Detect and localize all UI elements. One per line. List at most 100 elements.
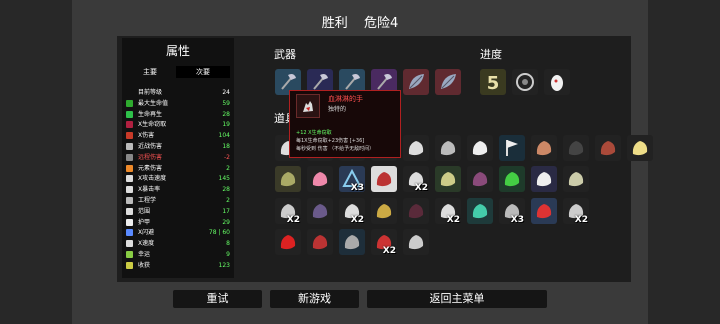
stat-value: 19 — [222, 121, 230, 129]
speed-icon — [126, 240, 133, 248]
item-arrow-slot[interactable]: X2 — [435, 198, 461, 224]
stats-title: 属性 — [165, 44, 190, 58]
item-hook-slot[interactable] — [339, 229, 365, 255]
item-candle-slot[interactable] — [531, 166, 557, 192]
item-count: X2 — [286, 215, 300, 224]
stat-row: X暴击率 28 — [126, 185, 230, 194]
damage-icon — [126, 132, 133, 140]
item-cap-slot[interactable] — [403, 229, 429, 255]
item-triangle-slot[interactable]: X3 — [339, 166, 365, 192]
stat-row: 幸运 9 — [126, 250, 230, 259]
stat-row: 最大生命值 59 — [126, 99, 230, 108]
stat-row: 收获 123 — [126, 261, 230, 270]
stat-label: X攻击速度 — [138, 175, 167, 183]
danger-label: 危险4 — [363, 16, 399, 31]
item-dark-slot[interactable] — [563, 135, 589, 161]
item-count: X2 — [382, 246, 396, 255]
item-helmet-slot[interactable] — [275, 166, 301, 192]
item-5-slot[interactable] — [403, 135, 429, 161]
stat-row: 工程学 2 — [126, 196, 230, 205]
item-claw-slot[interactable] — [595, 135, 621, 161]
result-label: 胜利 — [321, 16, 348, 31]
item-count: X2 — [350, 215, 364, 224]
danger-five-slot[interactable]: 5 — [480, 69, 506, 95]
stat-row: 护甲 29 — [126, 218, 230, 227]
ranged-icon — [126, 153, 133, 161]
stats-tabs: 主要 次要 — [126, 66, 230, 78]
stat-row: X闪避 78 | 60 — [126, 228, 230, 237]
harvest-icon — [126, 261, 133, 269]
stat-label: 远程伤害 — [138, 153, 163, 161]
lifesteal-icon — [126, 121, 133, 129]
stat-value: 104 — [218, 132, 230, 140]
stat-row: X伤害 104 — [126, 131, 230, 140]
stat-value: 8 — [226, 240, 230, 248]
stat-value: -2 — [224, 153, 230, 161]
item-horn-slot[interactable] — [531, 135, 557, 161]
stat-value: 59 — [222, 99, 230, 107]
leaf-weapon-1-slot[interactable] — [403, 69, 429, 95]
item-6-slot[interactable] — [435, 135, 461, 161]
stat-label: 生命再生 — [138, 110, 163, 118]
stat-label: X伤害 — [138, 132, 155, 140]
item-rose-slot[interactable] — [275, 229, 301, 255]
item-pig-slot[interactable] — [307, 166, 333, 192]
item-tentacle-slot[interactable] — [467, 166, 493, 192]
item-knife-slot[interactable]: X2 — [371, 229, 397, 255]
stat-value: 78 | 60 — [208, 229, 230, 237]
stat-value: 28 — [222, 110, 230, 118]
stat-value: 29 — [222, 218, 230, 226]
egg-item-slot[interactable] — [544, 69, 570, 95]
item-map-slot[interactable] — [435, 166, 461, 192]
item-bone-slot[interactable] — [403, 198, 429, 224]
stat-value: 145 — [218, 175, 230, 183]
stat-row: 目前等级 24 — [126, 88, 230, 97]
item-crown-slot[interactable] — [371, 198, 397, 224]
item-flag-slot[interactable] — [499, 135, 525, 161]
main-menu-button[interactable]: 返回主菜单 — [367, 290, 547, 308]
armor-icon — [126, 218, 133, 226]
tooltip-item-name: 血淋淋的手 — [328, 95, 363, 103]
item-potion-slot[interactable] — [499, 166, 525, 192]
stat-value: 17 — [222, 207, 230, 215]
stat-value: 2 — [226, 164, 230, 172]
stat-row: X攻击速度 145 — [126, 174, 230, 183]
item-count: X2 — [446, 215, 460, 224]
stat-row: X生命窃取 19 — [126, 120, 230, 129]
stat-label: X闪避 — [138, 229, 155, 237]
melee-icon — [126, 143, 133, 150]
stat-value: 18 — [222, 143, 230, 150]
range-icon — [126, 207, 133, 215]
stat-label: 范围 — [138, 207, 151, 215]
item-cup-slot[interactable] — [627, 135, 653, 161]
wheel-item-slot[interactable] — [512, 69, 538, 95]
new-game-button[interactable]: 新游戏 — [270, 290, 359, 308]
luck-icon — [126, 251, 133, 258]
level-icon — [126, 89, 133, 96]
stat-value: 28 — [222, 186, 230, 194]
tooltip-effect-line: +12 X生命窃取 — [296, 130, 332, 136]
left-letterbox — [0, 0, 72, 324]
tab-secondary[interactable]: 次要 — [176, 66, 230, 78]
stat-row: 生命再生 28 — [126, 110, 230, 119]
item-count: X3 — [510, 215, 524, 224]
item-snake-slot[interactable] — [467, 198, 493, 224]
stats-panel: 属性 主要 次要 目前等级 24 最大生命值 59 生命再生 28 X生命窃取 19 X伤害 10… — [122, 38, 234, 278]
item-bug-slot[interactable]: X2 — [275, 198, 301, 224]
item-bow-slot[interactable]: X2 — [339, 198, 365, 224]
item-bloody-hand-slot[interactable] — [371, 166, 397, 192]
item-saucer-slot[interactable] — [563, 166, 589, 192]
item-robot-slot[interactable]: X2 — [563, 198, 589, 224]
stat-label: X暴击率 — [138, 186, 161, 194]
item-rabbit-slot[interactable] — [467, 135, 493, 161]
stat-row: 范围 17 — [126, 207, 230, 216]
item-trident-slot[interactable]: X3 — [499, 198, 525, 224]
item-syringe-slot[interactable] — [307, 229, 333, 255]
tab-primary[interactable]: 主要 — [126, 66, 174, 78]
retry-button[interactable]: 重试 — [173, 290, 262, 308]
tooltip-hand-icon — [296, 94, 320, 118]
item-scarab-slot[interactable] — [307, 198, 333, 224]
item-glove-slot[interactable]: X2 — [403, 166, 429, 192]
leaf-weapon-2-slot[interactable] — [435, 69, 461, 95]
item-ring-slot[interactable] — [531, 198, 557, 224]
